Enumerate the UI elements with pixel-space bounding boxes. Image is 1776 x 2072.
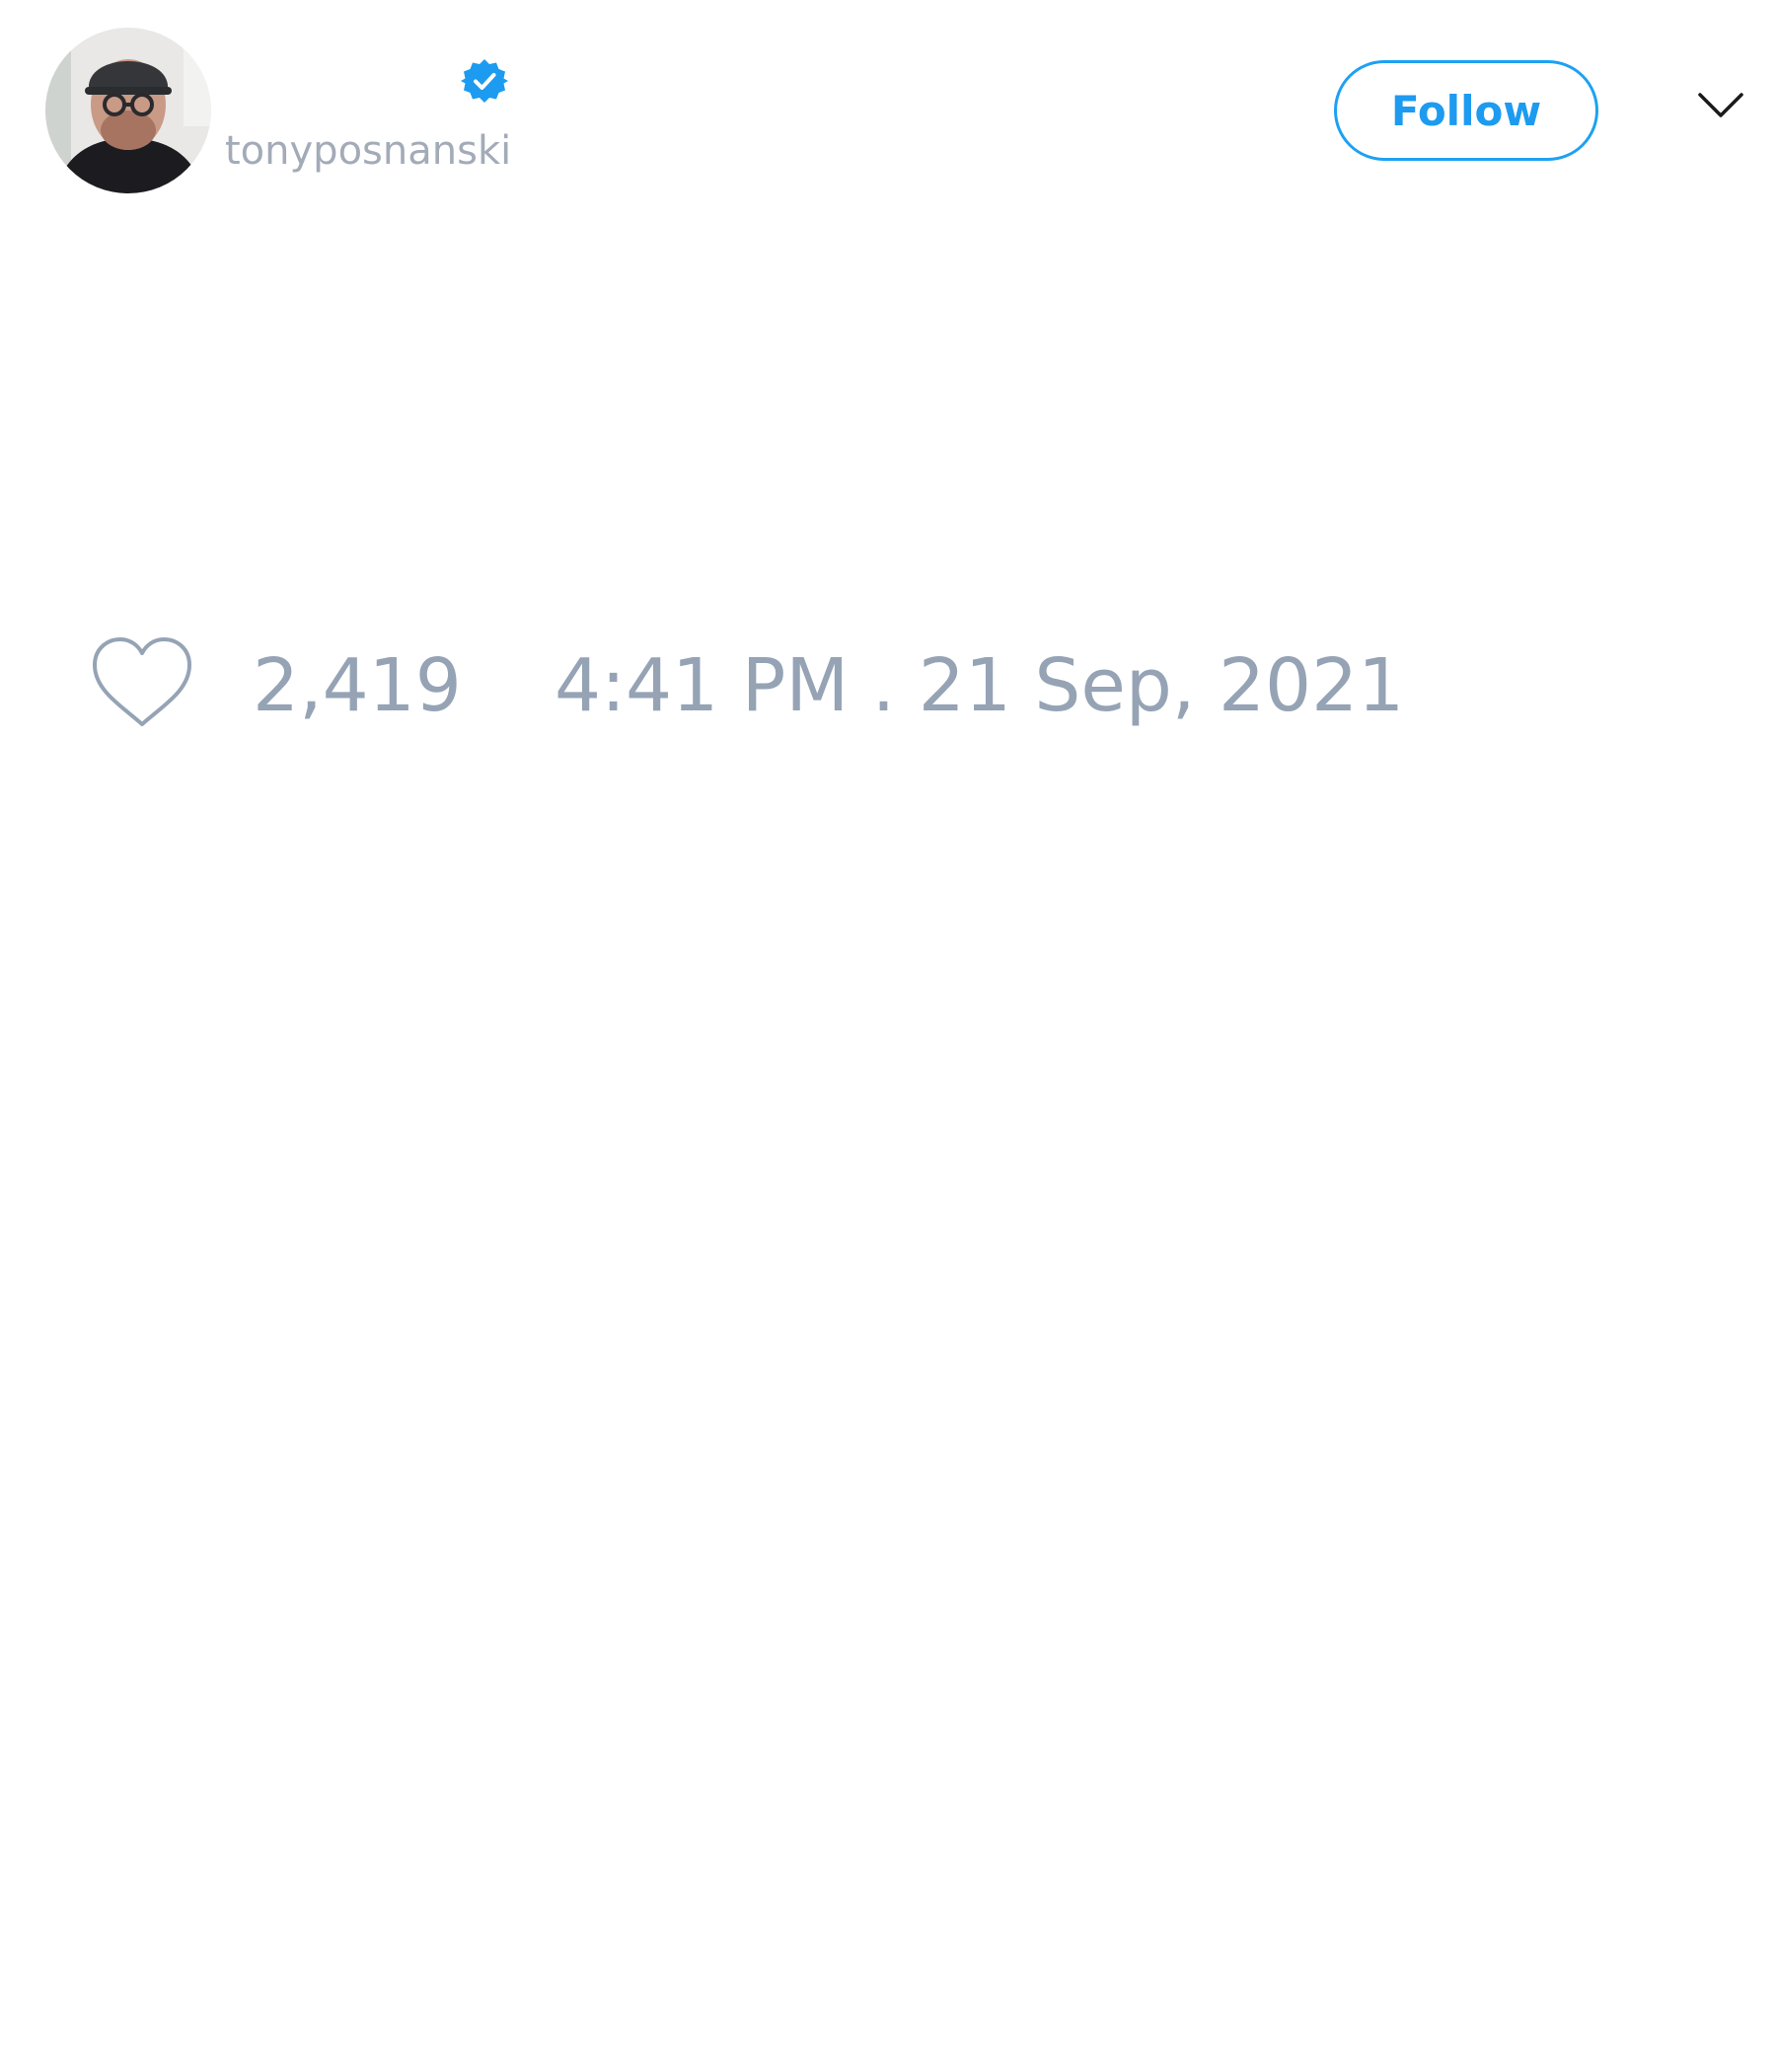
tweet-timestamp[interactable]: 4:41 PM . 21 Sep, 2021 — [555, 641, 1404, 730]
like-count: 2,419 — [253, 643, 462, 728]
chevron-down-icon[interactable] — [1697, 91, 1744, 120]
verified-badge-icon — [461, 57, 508, 105]
follow-button[interactable]: Follow — [1334, 60, 1598, 161]
heart-icon[interactable] — [89, 635, 195, 730]
tweet-header: tonyposnanski Follow — [0, 0, 1776, 227]
avatar[interactable] — [45, 28, 211, 193]
avatar-photo — [45, 28, 211, 193]
author-handle[interactable]: tonyposnanski — [225, 126, 511, 176]
tweet-engagement-bar: 2,419 4:41 PM . 21 Sep, 2021 — [0, 622, 1776, 740]
